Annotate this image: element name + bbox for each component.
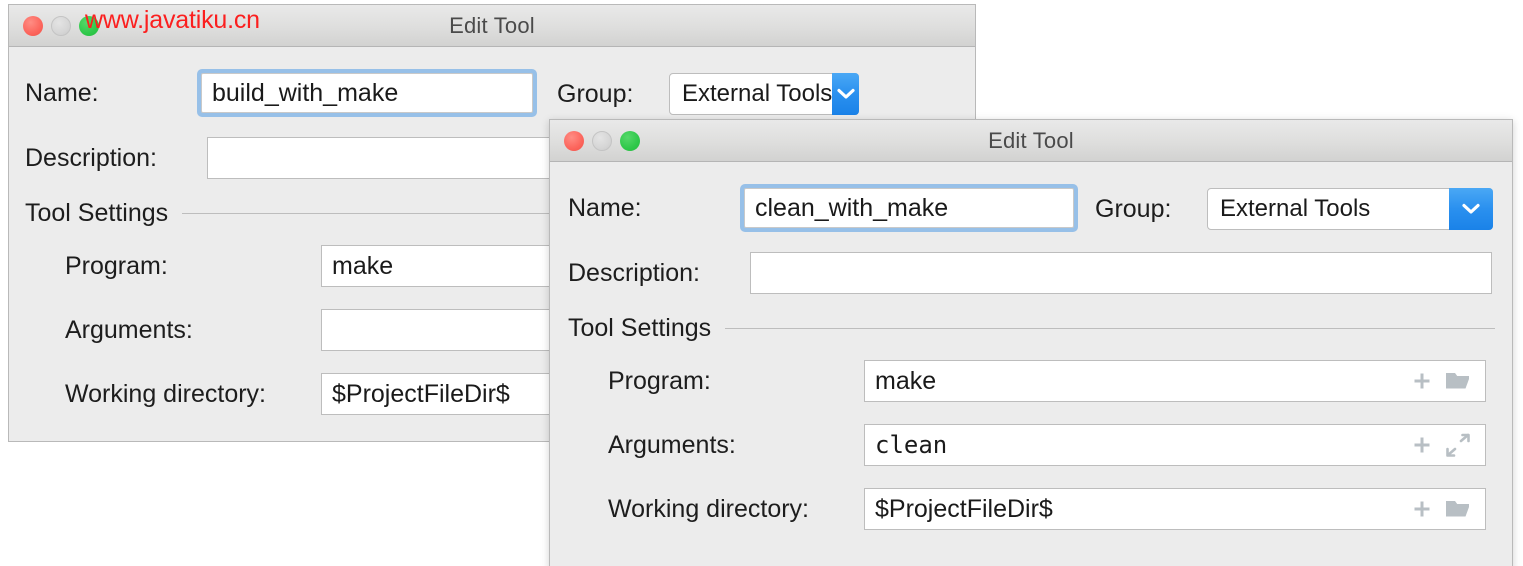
front-group-select-value: External Tools xyxy=(1208,189,1449,229)
front-program-input[interactable]: make xyxy=(864,360,1486,402)
plus-icon[interactable] xyxy=(1411,498,1433,520)
folder-icon[interactable] xyxy=(1445,498,1471,520)
chevron-down-icon[interactable] xyxy=(832,73,859,115)
front-arguments-field-icons xyxy=(1411,433,1485,457)
front-program-label: Program: xyxy=(608,367,864,396)
front-window-content: Name: clean_with_make Group: External To… xyxy=(550,162,1512,566)
front-tool-settings-rule xyxy=(725,328,1495,329)
back-working-directory-label: Working directory: xyxy=(65,380,321,409)
front-arguments-input-value: clean xyxy=(865,431,947,459)
back-window-title: Edit Tool xyxy=(9,5,975,46)
front-description-row: Description: xyxy=(568,252,1492,294)
back-group-select-value: External Tools xyxy=(670,74,832,114)
back-working-directory-input-value: $ProjectFileDir$ xyxy=(322,380,510,409)
front-arguments-input[interactable]: clean xyxy=(864,424,1486,466)
back-name-focus-ring: build_with_make xyxy=(197,69,537,117)
front-name-input-value: clean_with_make xyxy=(745,194,948,223)
screen: Edit Tool Name: build_with_make Group: E… xyxy=(0,0,1523,566)
expand-icon[interactable] xyxy=(1445,433,1471,457)
plus-icon[interactable] xyxy=(1411,370,1433,392)
back-name-label: Name: xyxy=(25,79,197,108)
back-window-titlebar[interactable]: Edit Tool xyxy=(9,5,975,47)
front-working-directory-input-value: $ProjectFileDir$ xyxy=(865,495,1053,524)
back-program-input-value: make xyxy=(322,252,393,281)
folder-icon[interactable] xyxy=(1445,370,1471,392)
back-name-row: Name: build_with_make xyxy=(25,69,537,117)
back-tool-settings-title: Tool Settings xyxy=(25,199,168,228)
back-arguments-label: Arguments: xyxy=(65,316,321,345)
front-tool-settings-header: Tool Settings xyxy=(568,314,1498,343)
front-name-row: Name: clean_with_make xyxy=(568,184,1078,232)
back-name-input[interactable]: build_with_make xyxy=(201,73,533,113)
front-working-directory-row: Working directory: $ProjectFileDir$ xyxy=(608,488,1486,530)
chevron-down-icon[interactable] xyxy=(1449,188,1493,230)
front-working-directory-input[interactable]: $ProjectFileDir$ xyxy=(864,488,1486,530)
plus-icon[interactable] xyxy=(1411,434,1433,456)
front-tool-settings-title: Tool Settings xyxy=(568,314,711,343)
front-program-input-value: make xyxy=(865,367,936,396)
front-program-row: Program: make xyxy=(608,360,1486,402)
front-description-label: Description: xyxy=(568,259,750,288)
back-group-row: Group: External Tools xyxy=(557,73,859,115)
front-name-focus-ring: clean_with_make xyxy=(740,184,1078,232)
front-name-input[interactable]: clean_with_make xyxy=(744,188,1074,228)
front-working-directory-field-icons xyxy=(1411,498,1485,520)
front-working-directory-label: Working directory: xyxy=(608,495,864,524)
front-description-input[interactable] xyxy=(750,252,1492,294)
front-group-select[interactable]: External Tools xyxy=(1207,188,1493,230)
front-program-field-icons xyxy=(1411,370,1485,392)
back-name-input-value: build_with_make xyxy=(202,79,398,108)
front-arguments-label: Arguments: xyxy=(608,431,864,460)
back-description-label: Description: xyxy=(25,144,207,173)
front-window-titlebar[interactable]: Edit Tool xyxy=(550,120,1512,162)
front-group-label: Group: xyxy=(1095,195,1207,224)
front-name-label: Name: xyxy=(568,194,740,223)
front-group-row: Group: External Tools xyxy=(1095,188,1493,230)
back-program-label: Program: xyxy=(65,252,321,281)
back-group-select[interactable]: External Tools xyxy=(669,73,859,115)
back-group-label: Group: xyxy=(557,80,669,109)
edit-tool-window-front[interactable]: Edit Tool Name: clean_with_make Group: E… xyxy=(549,119,1513,566)
front-arguments-row: Arguments: clean xyxy=(608,424,1486,466)
front-window-title: Edit Tool xyxy=(550,120,1512,161)
